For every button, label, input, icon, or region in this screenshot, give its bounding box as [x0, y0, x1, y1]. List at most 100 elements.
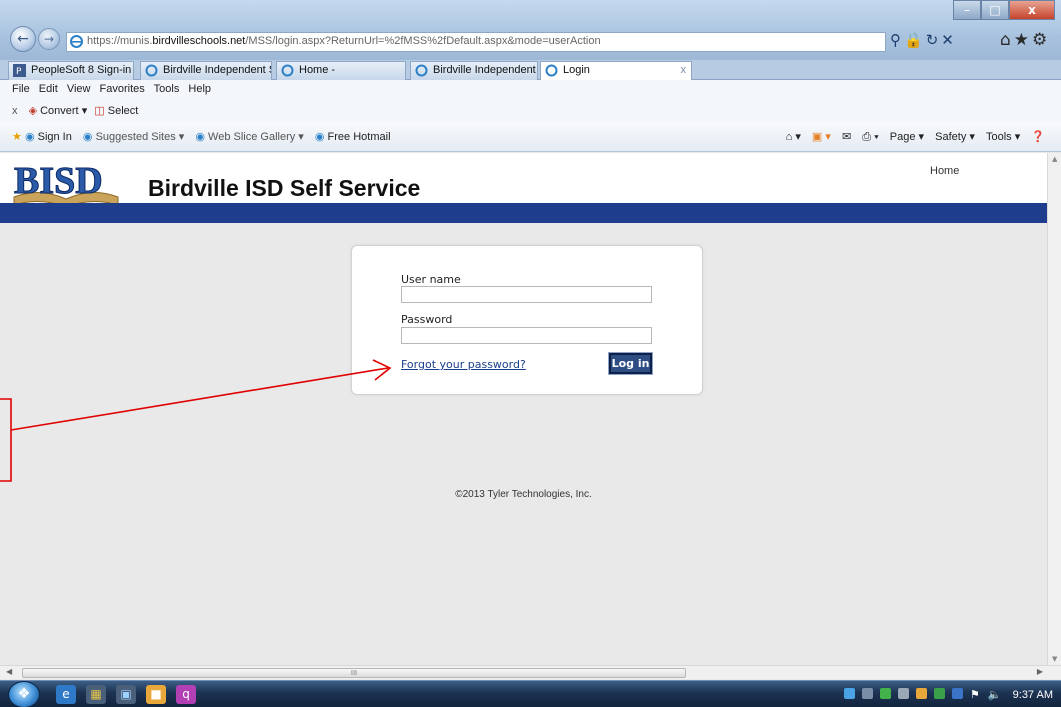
folder-taskbar-icon[interactable]: ■	[146, 685, 166, 704]
select-button[interactable]: Select	[108, 105, 139, 117]
browser-right-icons: ⌂★⚙	[1000, 30, 1050, 50]
fav-free-hotmail[interactable]: Free Hotmail	[328, 131, 391, 143]
start-button[interactable]: ❖	[8, 681, 40, 707]
login-panel: User name Password Forgot your password?…	[351, 245, 703, 395]
copyright-text: ©2013 Tyler Technologies, Inc.	[455, 489, 592, 500]
scroll-down-icon[interactable]: ▼	[1052, 655, 1057, 663]
minimize-button[interactable]: –	[953, 0, 981, 20]
address-tools: ⚲🔒↻✕	[890, 31, 957, 49]
address-bar[interactable]: https://munis.birdvilleschools.net/MSS/l…	[66, 32, 886, 52]
scroll-left-icon[interactable]: ◀	[6, 667, 12, 676]
menu-help[interactable]: Help	[188, 83, 211, 95]
stop-icon[interactable]: ✕	[941, 31, 957, 49]
tab-peoplesoft[interactable]: P PeopleSoft 8 Sign-in	[8, 61, 134, 80]
safety-menu[interactable]: Safety ▾	[935, 131, 975, 143]
menu-favorites[interactable]: Favorites	[100, 83, 145, 95]
fav-web-slice-gallery[interactable]: Web Slice Gallery ▾	[208, 131, 304, 143]
page-title: Birdville ISD Self Service	[148, 175, 421, 201]
menu-view[interactable]: View	[67, 83, 91, 95]
sync-icon[interactable]	[861, 688, 873, 699]
password-label: Password	[401, 313, 453, 326]
url-path: /MSS/login.aspx?ReturnUrl=%2fMSS%2fDefau…	[245, 35, 601, 47]
search-icon[interactable]: ⚲	[890, 31, 904, 49]
tab-close-icon[interactable]: x	[681, 64, 687, 76]
ie-icon	[545, 64, 558, 80]
print-icon[interactable]: ⎙ ▾	[862, 131, 878, 143]
peoplesoft-icon: P	[13, 64, 26, 80]
home-icon[interactable]: ⌂ ▾	[786, 131, 801, 143]
menu-tools[interactable]: Tools	[154, 83, 180, 95]
update-icon[interactable]	[915, 688, 927, 699]
device-icon[interactable]	[897, 688, 909, 699]
back-button[interactable]: ←	[10, 26, 36, 52]
url-prefix: https://munis.	[87, 35, 153, 47]
favorites-star-icon[interactable]: ★	[12, 131, 22, 143]
page-menu[interactable]: Page ▾	[890, 131, 924, 143]
forgot-password-link[interactable]: Forgot your password?	[401, 358, 526, 371]
app-tray-icon[interactable]	[933, 688, 945, 699]
explorer-taskbar-icon[interactable]: ▦	[86, 685, 106, 704]
window-controls: – □ x	[953, 0, 1055, 20]
home-link[interactable]: Home	[930, 165, 959, 177]
ie-taskbar-icon[interactable]: e	[56, 685, 76, 704]
forward-button[interactable]: →	[38, 28, 60, 50]
menu-file[interactable]: File	[12, 83, 30, 95]
flag-icon[interactable]: ⚑	[970, 689, 980, 701]
command-bar: ⌂ ▾ ▣ ▾ ✉ ⎙ ▾ Page ▾ Safety ▾ Tools ▾ ❓	[778, 130, 1045, 144]
favorites-star-icon[interactable]: ★	[1014, 30, 1032, 50]
volume-icon[interactable]: 🔈	[988, 689, 1002, 701]
security-icon[interactable]	[879, 688, 891, 699]
gear-icon[interactable]: ⚙	[1032, 30, 1050, 50]
horizontal-scrollbar[interactable]: ◀ III ▶	[0, 665, 1061, 679]
favorites-bar: ★ ◉ Sign In ◉ Suggested Sites ▾ ◉ Web Sl…	[0, 122, 1061, 152]
mail-icon[interactable]: ✉	[842, 131, 851, 143]
scroll-right-icon[interactable]: ▶	[1037, 667, 1043, 676]
display-icon[interactable]	[951, 688, 963, 699]
scroll-up-icon[interactable]: ▲	[1052, 155, 1057, 163]
help-icon[interactable]: ❓	[1031, 131, 1045, 143]
menu-edit[interactable]: Edit	[39, 83, 58, 95]
page-viewport: BISD Birdville ISD Self Service Home Use…	[0, 153, 1047, 665]
header-band	[0, 203, 1047, 223]
menu-bar: File Edit View Favorites Tools Help	[0, 80, 1061, 100]
tab-birdville-1[interactable]: Birdville Independent S...	[140, 61, 272, 80]
ie-icon	[415, 64, 428, 80]
convert-button[interactable]: Convert	[40, 105, 79, 117]
restore-button[interactable]: □	[981, 0, 1009, 20]
vertical-scrollbar[interactable]: ▲ ▼	[1047, 153, 1061, 665]
scrollbar-thumb[interactable]: III	[22, 668, 686, 678]
chevron-down-icon[interactable]: ▾	[82, 105, 88, 117]
fav-sign-in[interactable]: Sign In	[38, 131, 72, 143]
username-input[interactable]	[401, 286, 652, 303]
network-icon[interactable]	[843, 688, 855, 699]
ie-icon: ◉	[24, 131, 35, 143]
tab-birdville-2[interactable]: Birdville Independent S...	[410, 61, 538, 80]
svg-text:BISD: BISD	[14, 160, 103, 202]
media-taskbar-icon[interactable]: ▣	[116, 685, 136, 704]
tools-menu[interactable]: Tools ▾	[986, 131, 1020, 143]
ie-icon: ◉	[314, 131, 325, 143]
rss-icon[interactable]: ▣ ▾	[812, 131, 831, 143]
ie-icon: ◉	[82, 131, 93, 143]
close-window-button[interactable]: x	[1009, 0, 1055, 20]
home-icon[interactable]: ⌂	[1000, 30, 1014, 50]
svg-text:P: P	[16, 67, 22, 77]
ie-icon	[281, 64, 294, 80]
clock[interactable]: 9:37 AM	[1013, 689, 1053, 701]
fav-suggested-sites[interactable]: Suggested Sites ▾	[96, 131, 185, 143]
ie-icon	[145, 64, 158, 80]
site-header: BISD Birdville ISD Self Service Home	[0, 153, 1047, 208]
ie-icon	[70, 35, 83, 51]
refresh-icon[interactable]: ↻	[926, 31, 942, 49]
app-taskbar-icon[interactable]: q	[176, 685, 196, 704]
tab-login[interactable]: Login x	[540, 61, 692, 80]
toolbar-close-icon[interactable]: x	[12, 105, 18, 117]
tab-home[interactable]: Home -	[276, 61, 406, 80]
system-tray: ⚑ 🔈 9:37 AM	[843, 688, 1053, 701]
password-input[interactable]	[401, 327, 652, 344]
select-icon: ◫	[94, 105, 105, 117]
username-label: User name	[401, 273, 461, 286]
login-button[interactable]: Log in	[608, 352, 653, 375]
browser-title-bar: – □ x ← → https://munis.birdvilleschools…	[0, 0, 1061, 60]
lock-icon[interactable]: 🔒	[904, 31, 926, 49]
